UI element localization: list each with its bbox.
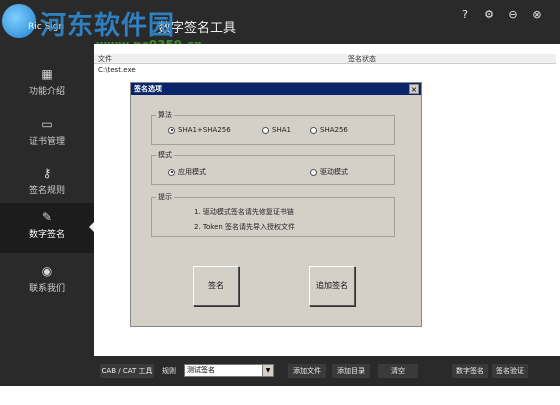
table-row[interactable]: C:\test.exe [98, 66, 136, 74]
radio-selected-icon [168, 168, 175, 176]
sidebar-item-label: 数字签名 [28, 230, 65, 240]
grid-icon: ▦ [41, 67, 53, 81]
rule-value: 测试签名 [187, 366, 215, 374]
settings-icon[interactable]: ⚙ [482, 8, 496, 22]
bottom-margin [0, 386, 560, 405]
sidebar-item-label: 签名规则 [28, 186, 65, 196]
pen-icon: ✎ [41, 210, 53, 224]
close-icon[interactable]: ⊗ [530, 8, 544, 22]
sign-button[interactable]: 签名 [193, 266, 239, 306]
col-file: 文件 [98, 55, 112, 63]
sign-options-dialog: 签名选项 × 算法 SHA1+SHA256 SHA1 SHA256 模式 应用模… [130, 82, 422, 327]
col-status: 签名状态 [348, 55, 376, 63]
sidebar-item-contact[interactable]: ◉ 联系我们 [0, 257, 94, 307]
help-icon[interactable]: ? [458, 8, 472, 22]
radio-selected-icon [168, 126, 175, 134]
folder-icon: ▭ [41, 117, 53, 131]
sidebar-item-certificates[interactable]: ▭ 证书管理 [0, 110, 94, 160]
clear-button[interactable]: 清空 [378, 364, 418, 378]
sidebar-item-intro[interactable]: ▦ 功能介绍 [0, 60, 94, 110]
radio-icon [310, 168, 317, 176]
algorithm-label: 算法 [156, 110, 174, 120]
mode-label: 模式 [156, 150, 174, 160]
rule-label: 规则 [162, 367, 176, 375]
hint-label: 提示 [156, 192, 174, 202]
app-logo-icon [2, 4, 36, 38]
radio-icon [310, 126, 317, 134]
verify-sign-button[interactable]: 签名验证 [492, 364, 528, 378]
hint-line: 2. Token 签名请先导入授权文件 [194, 223, 296, 231]
radio-icon [262, 126, 269, 134]
rule-select[interactable]: 测试签名 ▼ [184, 364, 274, 377]
bottom-toolbar: CAB / CAT 工具 规则 测试签名 ▼ 添加文件 添加目录 清空 数字签名… [94, 356, 560, 386]
sidebar-item-label: 联系我们 [28, 284, 65, 294]
algorithm-group: 算法 SHA1+SHA256 SHA1 SHA256 [151, 110, 395, 145]
sidebar-item-rules[interactable]: ⚷ 签名规则 [0, 159, 94, 209]
file-list-header: 文件 签名状态 [94, 54, 556, 64]
add-directory-button[interactable]: 添加目录 [332, 364, 370, 378]
radio-sha256[interactable]: SHA256 [310, 126, 348, 134]
sidebar-item-label: 证书管理 [28, 137, 65, 147]
sidebar: ▦ 功能介绍 ▭ 证书管理 ⚷ 签名规则 ✎ 数字签名 ◉ 联系我们 [0, 44, 94, 405]
digital-sign-button[interactable]: 数字签名 [452, 364, 488, 378]
hint-group: 提示 1. 驱动模式签名请先修复证书链 2. Token 签名请先导入授权文件 [151, 192, 395, 237]
add-sign-button[interactable]: 追加签名 [309, 266, 355, 306]
dialog-close-button[interactable]: × [409, 84, 419, 94]
chevron-down-icon: ▼ [262, 365, 273, 376]
dialog-title: 签名选项 [131, 83, 421, 95]
radio-driver-mode[interactable]: 驱动模式 [310, 167, 348, 177]
title-bar: Ric Sign 数字签名工具 河东软件园 www.pc0359.cn ? ⚙ … [0, 0, 560, 52]
radio-app-mode[interactable]: 应用模式 [168, 167, 206, 177]
watermark: 河东软件园 [40, 11, 176, 41]
add-file-button[interactable]: 添加文件 [288, 364, 326, 378]
key-icon: ⚷ [42, 166, 52, 180]
radio-sha1[interactable]: SHA1 [262, 126, 291, 134]
chat-icon: ◉ [41, 264, 53, 278]
cab-cat-tool-button[interactable]: CAB / CAT 工具 [100, 364, 154, 378]
mode-group: 模式 应用模式 驱动模式 [151, 150, 395, 185]
sidebar-item-digital-sign[interactable]: ✎ 数字签名 [0, 203, 94, 253]
hint-line: 1. 驱动模式签名请先修复证书链 [194, 208, 294, 216]
sidebar-item-label: 功能介绍 [28, 87, 65, 97]
radio-sha1-sha256[interactable]: SHA1+SHA256 [168, 126, 231, 134]
minimize-icon[interactable]: ⊖ [506, 8, 520, 22]
